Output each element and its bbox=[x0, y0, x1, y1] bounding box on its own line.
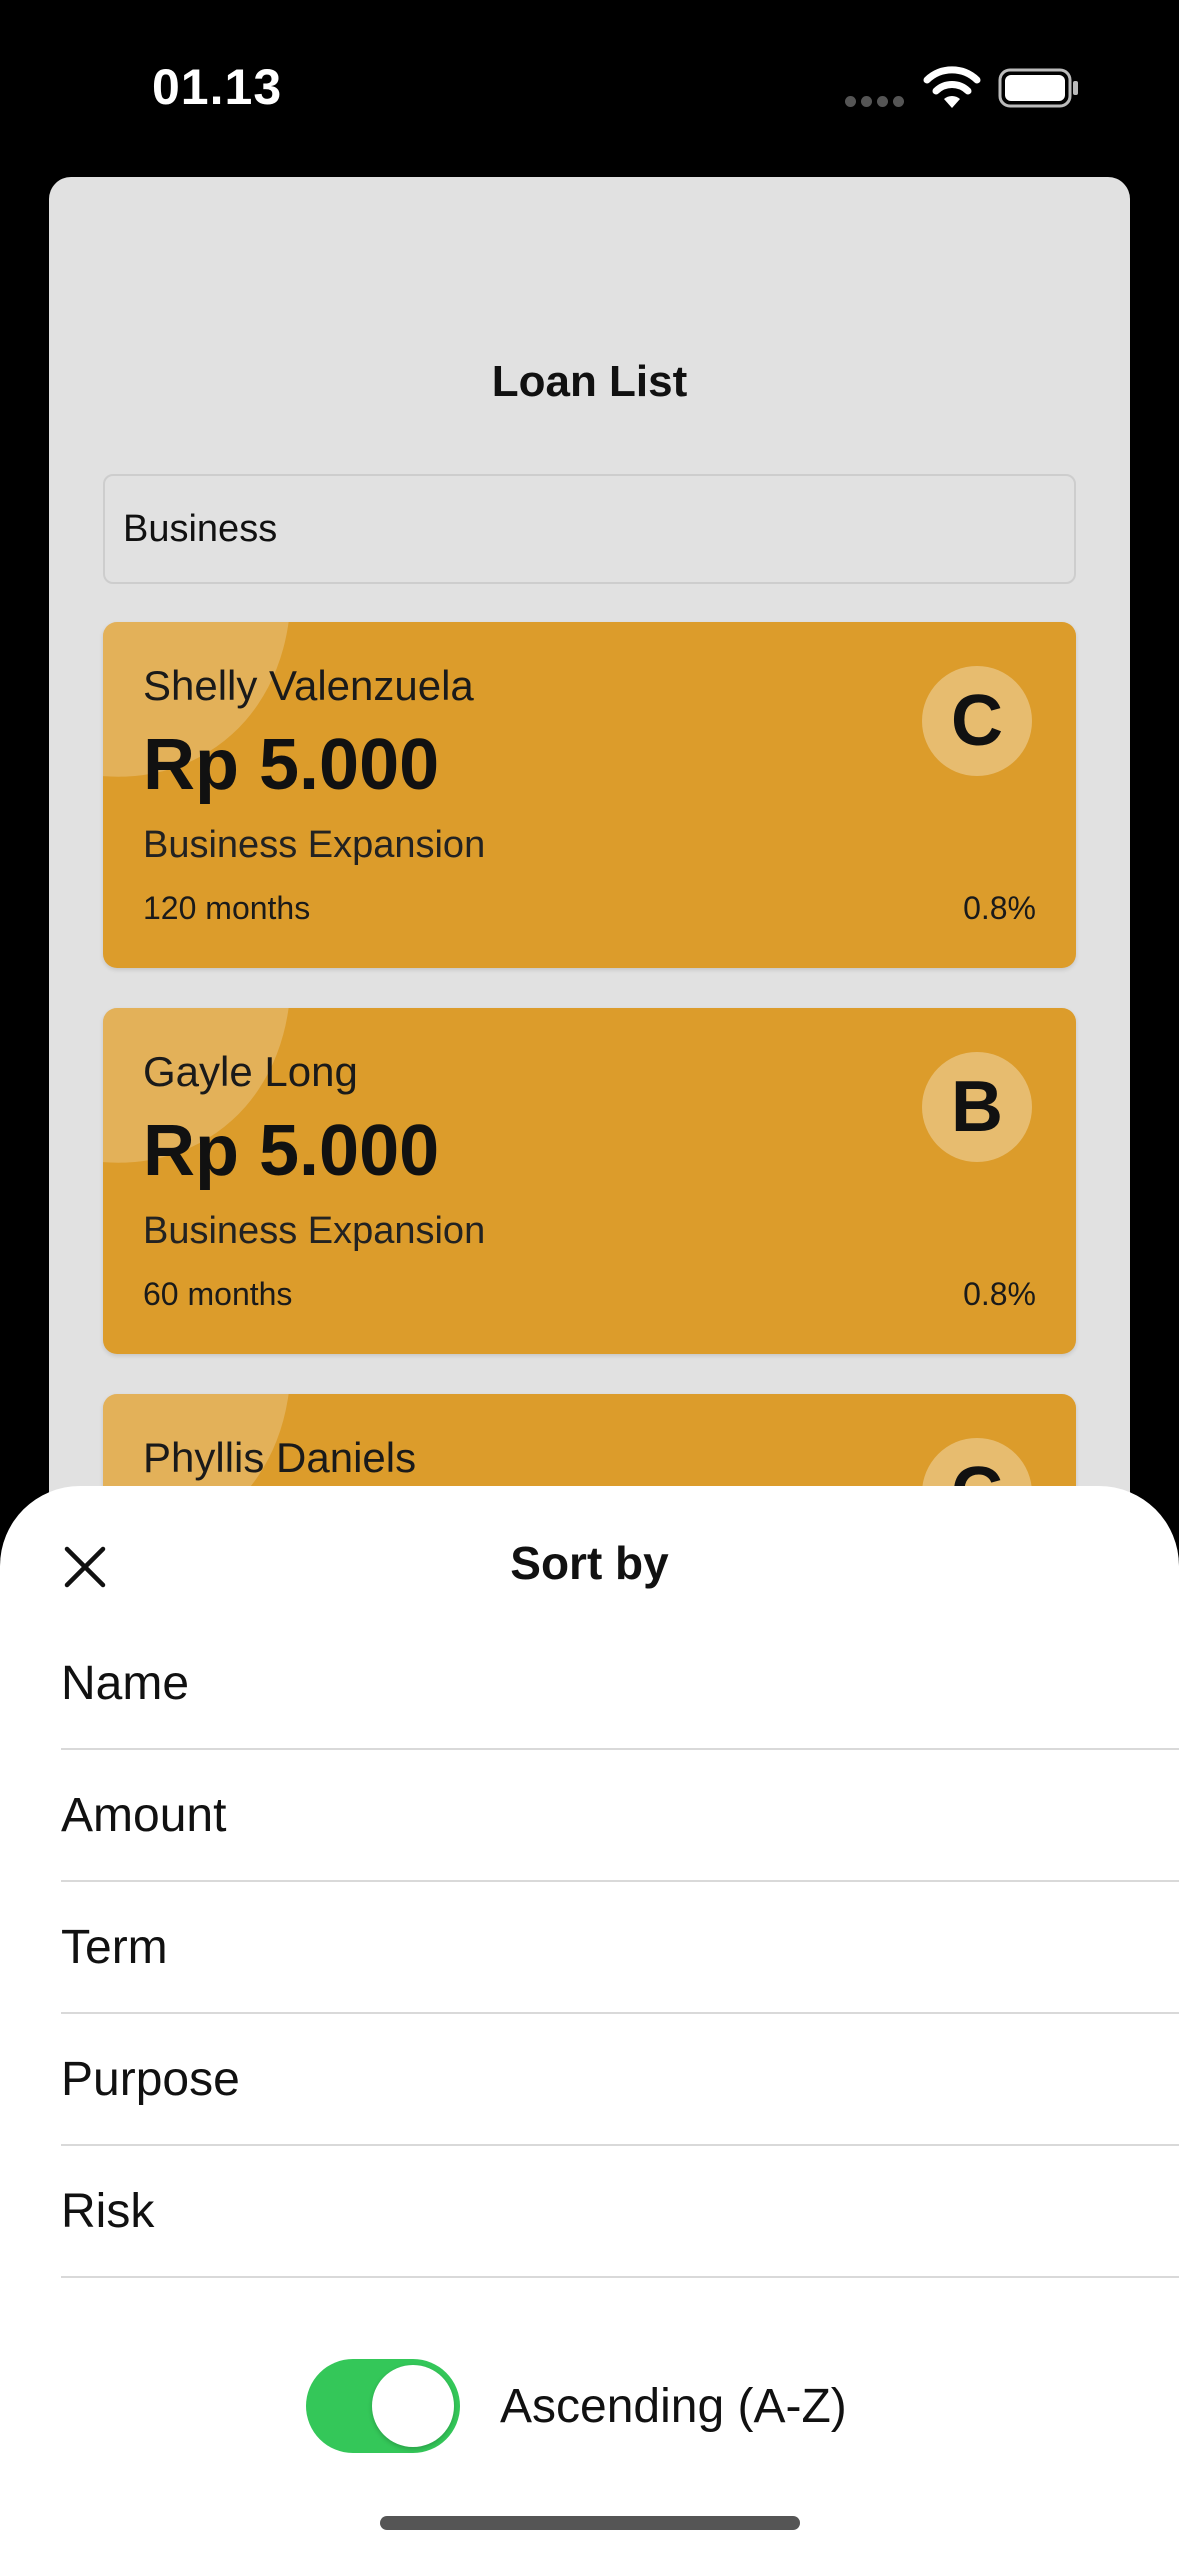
risk-badge: B bbox=[922, 1052, 1032, 1162]
sort-option-risk[interactable]: Risk bbox=[61, 2146, 1179, 2278]
loan-card[interactable]: Gayle Long Rp 5.000 Business Expansion 6… bbox=[103, 1008, 1076, 1354]
loan-card[interactable]: Shelly Valenzuela Rp 5.000 Business Expa… bbox=[103, 622, 1076, 968]
sort-option-name[interactable]: Name bbox=[61, 1618, 1179, 1750]
wifi-icon bbox=[923, 66, 981, 108]
borrower-name: Phyllis Daniels bbox=[143, 1434, 417, 1481]
sort-options: Name Amount Term Purpose Risk bbox=[61, 1618, 1179, 2278]
loan-list-sheet: Loan List Shelly Valenzuela Rp 5.000 Bus… bbox=[49, 177, 1130, 1617]
borrower-name: Gayle Long bbox=[143, 1048, 358, 1095]
toggle-knob bbox=[372, 2365, 454, 2447]
loan-purpose: Business Expansion bbox=[143, 824, 486, 866]
ascending-toggle[interactable] bbox=[306, 2359, 460, 2453]
sort-option-purpose[interactable]: Purpose bbox=[61, 2014, 1179, 2146]
loan-term: 120 months bbox=[143, 890, 311, 926]
signal-icon bbox=[845, 96, 905, 108]
status-bar: 01.13 bbox=[0, 0, 1179, 175]
loan-purpose: Business Expansion bbox=[143, 1210, 486, 1252]
sheet-title: Sort by bbox=[510, 1537, 669, 1589]
risk-badge: C bbox=[922, 666, 1032, 776]
status-time: 01.13 bbox=[152, 59, 283, 115]
sort-option-amount[interactable]: Amount bbox=[61, 1750, 1179, 1882]
interest-rate: 0.8% bbox=[963, 1276, 1036, 1312]
sort-option-term[interactable]: Term bbox=[61, 1882, 1179, 2014]
sort-sheet: Sort by Name Amount Term Purpose Risk As… bbox=[0, 1486, 1179, 2556]
page-title: Loan List bbox=[491, 357, 688, 406]
interest-rate: 0.8% bbox=[963, 890, 1036, 926]
toggle-label: Ascending (A-Z) bbox=[500, 2379, 847, 2433]
ascending-toggle-row: Ascending (A-Z) bbox=[306, 2358, 847, 2454]
loan-amount: Rp 5.000 bbox=[143, 1111, 440, 1191]
loan-term: 60 months bbox=[143, 1276, 293, 1312]
home-indicator bbox=[380, 2516, 800, 2530]
borrower-name: Shelly Valenzuela bbox=[143, 662, 474, 709]
search-box[interactable] bbox=[103, 474, 1076, 584]
loan-amount: Rp 5.000 bbox=[143, 725, 440, 805]
search-input[interactable] bbox=[123, 476, 1053, 582]
battery-icon bbox=[998, 68, 1078, 108]
